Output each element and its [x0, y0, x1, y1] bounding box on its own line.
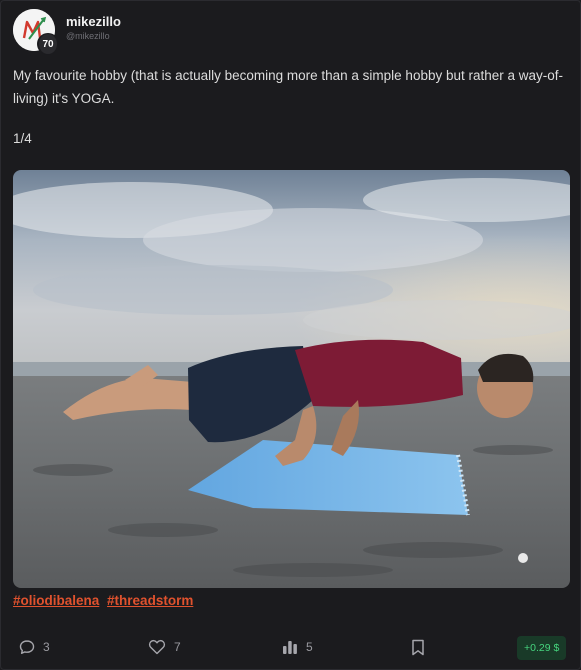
bar-chart-icon [283, 641, 297, 654]
bookmark-icon [412, 639, 424, 656]
views-button[interactable]: 5 [282, 639, 313, 655]
like-button[interactable]: 7 [148, 639, 181, 655]
comment-button[interactable]: 3 [19, 639, 50, 655]
post-image[interactable] [13, 170, 570, 588]
author-name[interactable]: mikezillo [66, 14, 121, 29]
like-count: 7 [174, 640, 181, 654]
view-count: 5 [306, 640, 313, 654]
post-card: 70 mikezillo @mikezillo My favourite hob… [0, 0, 581, 670]
page-indicator: 1/4 [13, 131, 32, 146]
author-handle: @mikezillo [66, 31, 110, 41]
heart-icon [148, 639, 166, 655]
avatar[interactable]: 70 [13, 9, 59, 55]
hashtag-link[interactable]: #threadstorm [107, 593, 193, 608]
level-badge: 70 [37, 33, 59, 55]
comment-icon [19, 640, 35, 654]
comment-count: 3 [43, 640, 50, 654]
hashtags: #oliodibalena #threadstorm [13, 593, 197, 608]
tip-amount-badge[interactable]: +0.29 $ [517, 636, 567, 660]
level-badge-value: 70 [39, 34, 57, 54]
bookmark-button[interactable] [411, 639, 425, 656]
hashtag-link[interactable]: #oliodibalena [13, 593, 99, 608]
post-text: My favourite hobby (that is actually bec… [13, 68, 564, 106]
yoga-beach-photo [13, 170, 570, 588]
